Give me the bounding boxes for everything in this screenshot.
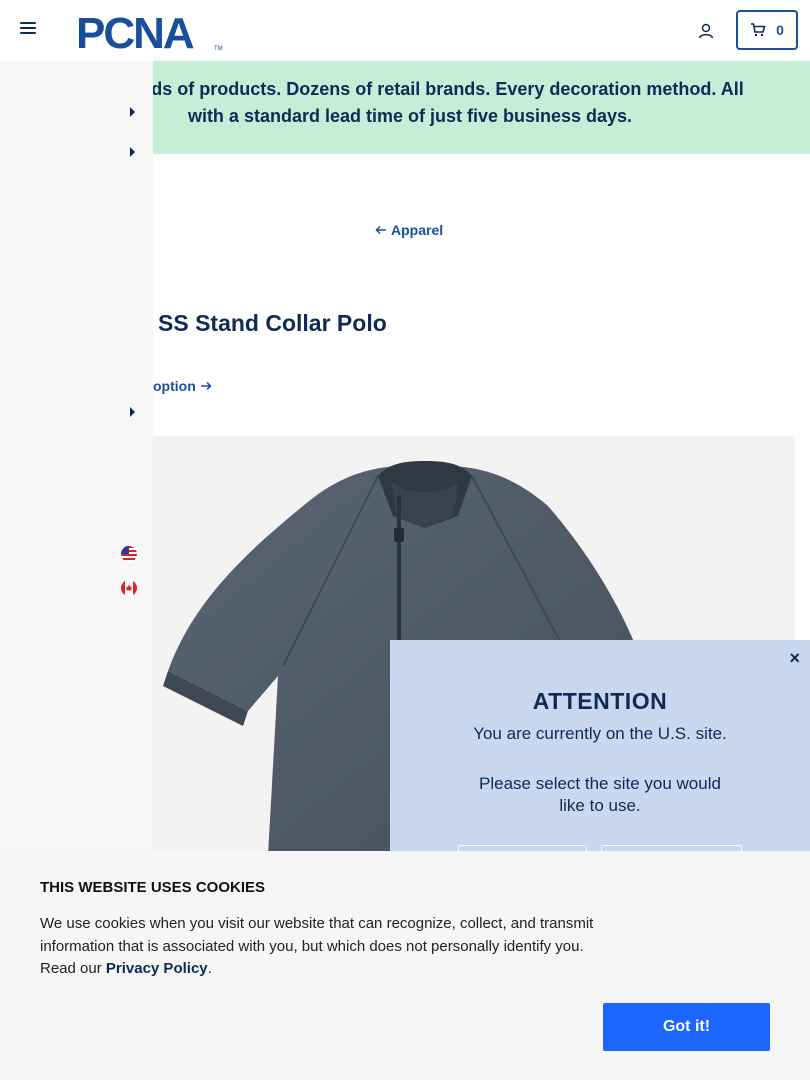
back-to-category-link[interactable]: Apparel [375, 222, 443, 238]
site-prompt-text: Please select the site you would like to… [479, 774, 721, 815]
cookie-period: . [207, 960, 212, 977]
us-flag-icon[interactable] [121, 546, 137, 562]
accept-cookies-button[interactable]: Got it! [603, 1003, 770, 1051]
option-link-label: option [153, 378, 196, 394]
back-link-label: Apparel [391, 222, 444, 238]
cart-icon [751, 23, 766, 37]
cookie-heading: THIS WEBSITE USES COOKIES [40, 879, 266, 896]
pcna-logo[interactable]: PCNA TM [76, 10, 226, 52]
cart-count: 0 [776, 22, 784, 38]
caret-right-icon[interactable] [130, 407, 135, 417]
cookie-text: We use cookies when you visit our websit… [40, 913, 610, 981]
option-link[interactable]: option [153, 378, 212, 394]
dialog-heading: ATTENTION [532, 688, 668, 714]
privacy-policy-link[interactable]: Privacy Policy [106, 960, 208, 977]
account-icon[interactable] [697, 22, 715, 40]
menu-icon[interactable] [20, 22, 36, 36]
cart-button[interactable]: 0 [736, 10, 798, 50]
arrow-left-icon [375, 225, 386, 235]
site-header: PCNA TM 0 [0, 0, 810, 60]
canada-flag-icon[interactable] [121, 580, 137, 596]
site-selection-dialog: × ATTENTION You are currently on the U.S… [390, 640, 810, 885]
arrow-right-icon [200, 381, 212, 391]
svg-text:PCNA: PCNA [76, 10, 194, 52]
caret-right-icon[interactable] [130, 147, 135, 157]
cookie-banner: THIS WEBSITE USES COOKIES We use cookies… [0, 851, 810, 1080]
caret-right-icon[interactable] [130, 107, 135, 117]
close-icon[interactable]: × [789, 648, 800, 669]
product-title: SS Stand Collar Polo [158, 310, 387, 336]
current-site-text: You are currently on the U.S. site. [473, 724, 727, 743]
svg-text:TM: TM [214, 46, 223, 52]
